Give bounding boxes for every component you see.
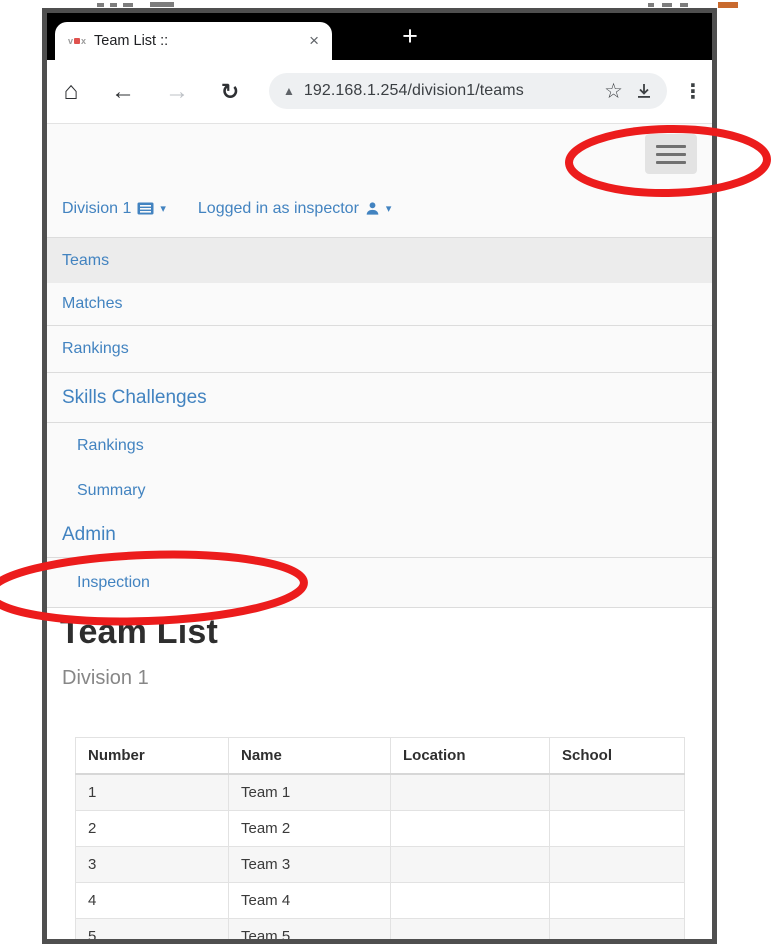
browser-menu-icon[interactable]: ⋮ [681, 60, 705, 123]
status-signal-fragment [648, 3, 654, 7]
forward-icon[interactable]: → [163, 60, 191, 123]
download-icon[interactable] [635, 82, 653, 100]
page-subtitle: Division 1 [62, 667, 149, 689]
login-status-label: Logged in as inspector [197, 199, 359, 217]
column-header-location: Location [390, 737, 550, 775]
status-wifi-fragment [662, 3, 672, 7]
table-row: 2 Team 2 [75, 810, 685, 847]
table-row: 3 Team 3 [75, 846, 685, 883]
status-time-fragment [123, 3, 133, 7]
reload-icon[interactable]: ↻ [216, 60, 244, 123]
status-time-fragment [110, 3, 117, 7]
column-header-name: Name [228, 737, 391, 775]
browser-tab[interactable]: vx Team List :: × [55, 22, 332, 60]
nav-item-admin[interactable]: Admin [47, 513, 712, 558]
nav-header: Division 1 ▾ Logged in as inspector ▾ [47, 180, 712, 237]
browser-toolbar: ⌂ ← → ↻ ▲ 192.168.1.254/division1/teams … [47, 60, 712, 124]
nav-item-teams[interactable]: Teams [47, 237, 712, 283]
chevron-down-icon: ▾ [160, 203, 166, 215]
column-header-number: Number [75, 737, 229, 775]
not-secure-warning-icon: ▲ [283, 84, 295, 98]
bookmark-star-icon[interactable]: ☆ [604, 79, 623, 104]
user-icon [366, 202, 379, 215]
browser-window: vx Team List :: × + ⌂ ← → ↻ ▲ 192.168.1.… [42, 8, 717, 944]
division-list-icon [137, 202, 154, 215]
new-tab-button[interactable]: + [393, 20, 427, 54]
team-list-table: Number Name Location School 1 Team 1 2 Tea… [75, 737, 685, 939]
hamburger-icon [656, 144, 686, 148]
page-title: Team List [60, 613, 218, 651]
nav-item-skills-challenges[interactable]: Skills Challenges [47, 373, 712, 423]
url-text[interactable]: 192.168.1.254/division1/teams [304, 82, 600, 100]
table-row: 1 Team 1 [75, 773, 685, 811]
table-row: 4 Team 4 [75, 882, 685, 919]
home-icon[interactable]: ⌂ [57, 60, 85, 123]
division-label: Division 1 [62, 199, 132, 217]
nav-item-skills-rankings[interactable]: Rankings [47, 423, 712, 468]
column-header-school: School [549, 737, 685, 775]
table-row: 5 Team 5 [75, 918, 685, 939]
division-dropdown[interactable]: Division 1 ▾ [62, 200, 166, 218]
tab-title: Team List :: [94, 33, 169, 49]
tab-close-icon[interactable]: × [306, 31, 322, 51]
back-icon[interactable]: ← [109, 60, 137, 123]
chevron-down-icon: ▾ [385, 203, 392, 215]
nav-item-skills-summary[interactable]: Summary [47, 468, 712, 513]
url-bar[interactable]: ▲ 192.168.1.254/division1/teams ☆ [269, 73, 667, 109]
login-dropdown[interactable]: Logged in as inspector ▾ [198, 200, 392, 218]
nav-item-rankings[interactable]: Rankings [47, 326, 712, 373]
table-header-row: Number Name Location School [75, 737, 685, 775]
status-notification-fragment [150, 2, 174, 7]
nav-item-inspection[interactable]: Inspection [47, 558, 712, 608]
annotated-screenshot-page: vx Team List :: × + ⌂ ← → ↻ ▲ 192.168.1.… [0, 0, 774, 947]
status-time-fragment [97, 3, 104, 7]
tab-strip: vx Team List :: × + [47, 13, 712, 60]
status-signal-fragment [680, 3, 688, 7]
site-menu-button[interactable] [645, 134, 697, 174]
vex-favicon-icon: vx [68, 35, 87, 46]
nav-item-matches[interactable]: Matches [47, 283, 712, 326]
status-battery-fragment [718, 2, 738, 8]
